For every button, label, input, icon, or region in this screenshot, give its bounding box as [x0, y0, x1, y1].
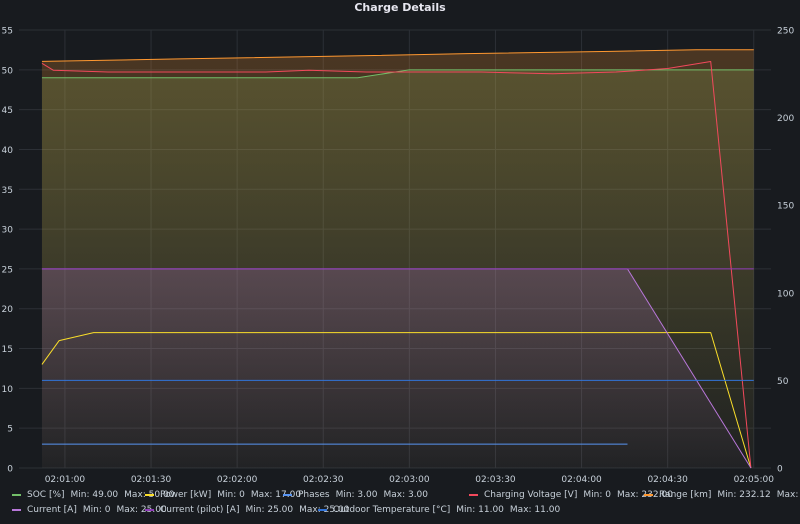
x-tick-label: 02:01:30 [131, 475, 172, 485]
legend-min-value: Min: 0 [82, 505, 111, 515]
legend-swatch [469, 494, 478, 496]
y-left-tick-label: 55 [2, 27, 13, 37]
x-tick-label: 02:03:00 [389, 475, 430, 485]
legend-max-value: Max: 238.71 [776, 490, 800, 500]
legend-series-name: Current [A] [27, 505, 77, 515]
legend-min-value: Min: 0 [217, 490, 245, 500]
y-right-tick-label: 200 [777, 114, 794, 124]
x-tick-label: 02:01:00 [45, 475, 86, 485]
legend-series-name: Range [km] [659, 490, 712, 500]
x-tick-label: 02:02:00 [217, 475, 258, 485]
series-fill-current [41, 268, 751, 468]
legend-swatch [318, 509, 327, 511]
legend-swatch [145, 509, 154, 511]
legend-swatch [12, 494, 21, 496]
x-tick-label: 02:02:30 [303, 475, 344, 485]
y-left-tick-label: 0 [7, 465, 13, 475]
legend-max-value: Max: 11.00 [509, 505, 561, 515]
legend-swatch [12, 509, 21, 511]
y-right-tick-label: 0 [777, 465, 783, 475]
y-left-tick-label: 25 [2, 265, 13, 275]
y-left-tick-label: 10 [2, 385, 14, 395]
legend-swatch [145, 494, 154, 496]
legend-min-value: Min: 0 [583, 490, 611, 500]
chart-legend: SOC [%] Min: 49.00 Max: 50.00 Power [kW] Min… [0, 490, 800, 520]
legend-min-value: Min: 11.00 [456, 505, 504, 515]
legend-min-value: Min: 232.12 [717, 490, 771, 500]
legend-min-value: Min: 49.00 [70, 490, 119, 500]
y-left-tick-label: 40 [2, 146, 14, 156]
legend-min-value: Min: 3.00 [335, 490, 378, 500]
legend-series-name: Power [kW] [160, 490, 212, 500]
legend-item-phases[interactable]: Phases Min: 3.00 Max: 3.00 [283, 490, 434, 500]
x-tick-label: 02:05:00 [734, 475, 775, 485]
y-right-tick-label: 50 [777, 377, 789, 387]
y-right-tick-label: 250 [777, 27, 794, 37]
legend-series-name: SOC [%] [27, 490, 65, 500]
y-left-tick-label: 30 [2, 226, 14, 236]
legend-series-name: Phases [298, 490, 330, 500]
y-left-tick-label: 15 [2, 345, 13, 355]
x-tick-label: 02:04:00 [561, 475, 602, 485]
x-tick-label: 02:03:30 [475, 475, 516, 485]
legend-max-value: Max: 3.00 [383, 490, 429, 500]
legend-item-range[interactable]: Range [km] Min: 232.12 Max: 238.71 [644, 490, 800, 500]
y-left-tick-label: 45 [2, 106, 13, 116]
chart-plot-area: 0 5 10 15 20 25 30 35 40 45 50 55 0 50 100 150 200 250 02:… [2, 27, 795, 486]
y-left-tick-label: 20 [2, 305, 14, 315]
legend-min-value: Min: 25.00 [245, 505, 294, 515]
y-left-tick-label: 5 [7, 425, 13, 435]
legend-item-outdoor-temp[interactable]: Outdoor Temperature [°C] Min: 11.00 Max: 1… [318, 505, 566, 515]
y-right-tick-label: 150 [777, 202, 794, 212]
x-tick-label: 02:04:30 [647, 475, 688, 485]
legend-series-name: Outdoor Temperature [°C] [333, 505, 451, 515]
y-right-tick-label: 100 [777, 289, 794, 299]
legend-series-name: Current (pilot) [A] [160, 505, 240, 515]
charge-details-panel: Charge Details 0 5 10 15 20 25 30 35 40 45 50 55 0 50… [0, 0, 800, 524]
legend-swatch [644, 494, 653, 496]
legend-series-name: Charging Voltage [V] [484, 490, 578, 500]
legend-swatch [283, 494, 292, 496]
y-left-tick-label: 35 [2, 186, 13, 196]
y-left-tick-label: 50 [2, 66, 14, 76]
